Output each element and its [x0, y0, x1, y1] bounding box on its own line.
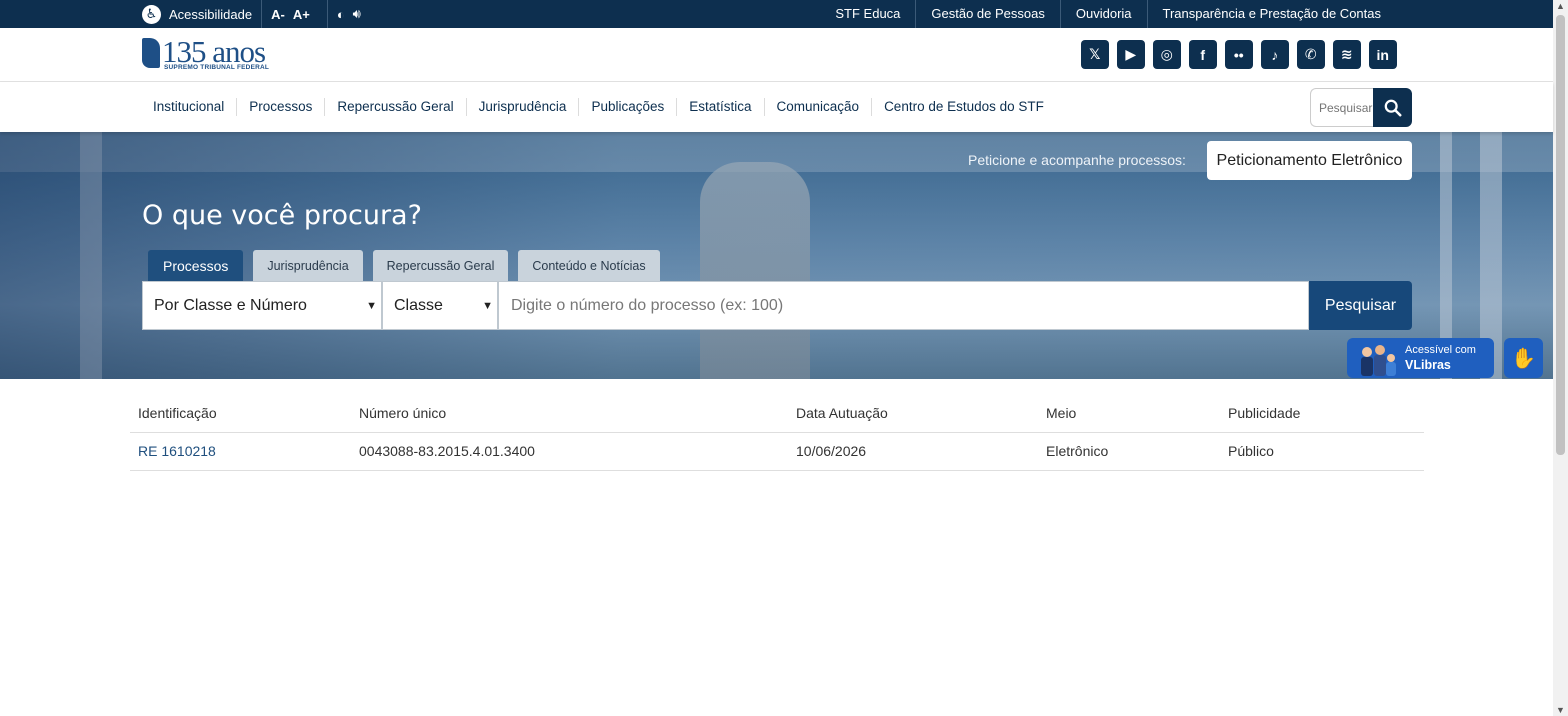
tab-repercussao-geral[interactable]: Repercussão Geral	[372, 250, 509, 281]
nav-item-comunicacao[interactable]: Comunicação	[763, 98, 872, 116]
tab-jurisprudencia[interactable]: Jurisprudência	[253, 250, 363, 281]
top-bar: ♿ Acessibilidade A- A+ ◐ 🔊︎ STF Educa Ge…	[0, 0, 1553, 28]
nav-item-institucional[interactable]: Institucional	[142, 98, 236, 116]
hero-title: O que você procura?	[142, 200, 422, 231]
tab-conteudo-noticias[interactable]: Conteúdo e Notícias	[518, 250, 660, 281]
contrast-icon[interactable]: ◐	[337, 7, 345, 22]
page-scrollbar[interactable]: ▲ ▼	[1553, 0, 1568, 716]
petition-label: Peticione e acompanhe processos:	[968, 152, 1186, 168]
link-ouvidoria[interactable]: Ouvidoria	[1059, 0, 1147, 28]
search-type-select[interactable]: Por Classe e Número ▼	[142, 281, 382, 330]
nav-item-jurisprudencia[interactable]: Jurisprudência	[465, 98, 579, 116]
nav-item-processos[interactable]: Processos	[236, 98, 324, 116]
link-stf-educa[interactable]: STF Educa	[820, 0, 915, 28]
scrollbar-thumb[interactable]	[1556, 15, 1565, 455]
search-button[interactable]: Pesquisar	[1309, 281, 1412, 330]
divider	[326, 0, 328, 28]
cell-numero-unico: 0043088-83.2015.4.01.3400	[351, 432, 788, 471]
vlibras-people-icon	[1361, 345, 1396, 376]
font-decrease-button[interactable]: A-	[271, 7, 285, 22]
site-header: 135 anos SUPREMO TRIBUNAL FEDERAL 𝕏 ▶ ◎ …	[0, 28, 1553, 82]
speaker-icon[interactable]: 🔊︎	[353, 6, 361, 22]
column-numero-unico: Número único	[351, 394, 788, 433]
chevron-down-icon: ▼	[482, 299, 493, 312]
cell-data-autuacao: 10/06/2026	[788, 432, 1038, 471]
accessibility-link[interactable]: Acessibilidade	[169, 7, 252, 22]
hero-banner: Peticione e acompanhe processos: Peticio…	[0, 132, 1553, 379]
whatsapp-icon[interactable]: ✆	[1296, 40, 1325, 69]
tab-processos[interactable]: Processos	[148, 250, 244, 281]
site-search	[1310, 88, 1412, 127]
nav-item-centro-estudos[interactable]: Centro de Estudos do STF	[871, 98, 1056, 116]
cell-meio: Eletrônico	[1038, 432, 1220, 471]
instagram-icon[interactable]: ◎	[1152, 40, 1181, 69]
column-identificacao: Identificação	[130, 394, 351, 433]
column-data-autuacao: Data Autuação	[788, 394, 1038, 433]
cell-identificacao: RE 1610218	[130, 432, 351, 471]
process-number-input[interactable]: Digite o número do processo (ex: 100)	[498, 281, 1309, 330]
process-search-form: Por Classe e Número ▼ Classe ▼ Digite o …	[142, 281, 1412, 330]
search-type-value: Por Classe e Número	[154, 296, 307, 314]
column-meio: Meio	[1038, 394, 1220, 433]
nav-item-publicacoes[interactable]: Publicações	[578, 98, 676, 116]
flickr-icon[interactable]: ••	[1224, 40, 1253, 69]
site-search-input[interactable]	[1310, 88, 1373, 127]
electronic-petition-button[interactable]: Peticionamento Eletrônico	[1207, 141, 1412, 180]
logo-subtitle: SUPREMO TRIBUNAL FEDERAL	[164, 64, 270, 71]
search-icon	[1384, 99, 1401, 116]
nav-item-estatistica[interactable]: Estatística	[676, 98, 763, 116]
logo-mark	[142, 38, 160, 68]
scroll-down-icon[interactable]: ▼	[1556, 705, 1565, 715]
spotify-icon[interactable]: ≋	[1332, 40, 1361, 69]
divider	[261, 0, 263, 28]
linkedin-icon[interactable]: in	[1368, 40, 1397, 69]
social-links: 𝕏 ▶ ◎ f •• ♪ ✆ ≋ in	[1080, 40, 1397, 69]
stf-logo[interactable]: 135 anos SUPREMO TRIBUNAL FEDERAL	[142, 34, 274, 72]
nav-menu: Institucional Processos Repercussão Gera…	[142, 82, 1056, 132]
link-gestao-pessoas[interactable]: Gestão de Pessoas	[915, 0, 1059, 28]
chevron-down-icon: ▼	[366, 299, 377, 312]
facebook-icon[interactable]: f	[1188, 40, 1217, 69]
column-publicidade: Publicidade	[1220, 394, 1424, 433]
accessibility-bar: ♿ Acessibilidade A- A+ ◐ 🔊︎	[142, 0, 361, 28]
class-select[interactable]: Classe ▼	[382, 281, 498, 330]
search-tabs: Processos Jurisprudência Repercussão Ger…	[148, 250, 660, 281]
table-row: RE 1610218 0043088-83.2015.4.01.3400 10/…	[130, 432, 1424, 471]
font-increase-button[interactable]: A+	[293, 7, 310, 22]
tiktok-icon[interactable]: ♪	[1260, 40, 1289, 69]
class-value: Classe	[394, 296, 443, 314]
vlibras-line1: Acessível com	[1405, 344, 1476, 356]
results-table: Identificação Número único Data Autuação…	[130, 394, 1424, 471]
nav-item-repercussao-geral[interactable]: Repercussão Geral	[324, 98, 465, 116]
cell-publicidade: Público	[1220, 432, 1424, 471]
link-transparencia[interactable]: Transparência e Prestação de Contas	[1146, 0, 1396, 28]
process-link[interactable]: RE 1610218	[138, 443, 216, 459]
main-nav: Institucional Processos Repercussão Gera…	[0, 82, 1553, 132]
table-header-row: Identificação Número único Data Autuação…	[130, 394, 1424, 433]
institutional-links: STF Educa Gestão de Pessoas Ouvidoria Tr…	[820, 0, 1396, 28]
scroll-up-icon[interactable]: ▲	[1556, 1, 1565, 11]
site-search-button[interactable]	[1373, 88, 1412, 127]
vlibras-banner[interactable]: Acessível com VLibras	[1347, 338, 1494, 378]
accessibility-icon[interactable]: ♿	[142, 4, 161, 24]
vlibras-line2: VLibras	[1405, 358, 1451, 372]
youtube-icon[interactable]: ▶	[1116, 40, 1145, 69]
sign-language-icon[interactable]: ✋	[1504, 338, 1543, 378]
x-icon[interactable]: 𝕏	[1080, 40, 1109, 69]
